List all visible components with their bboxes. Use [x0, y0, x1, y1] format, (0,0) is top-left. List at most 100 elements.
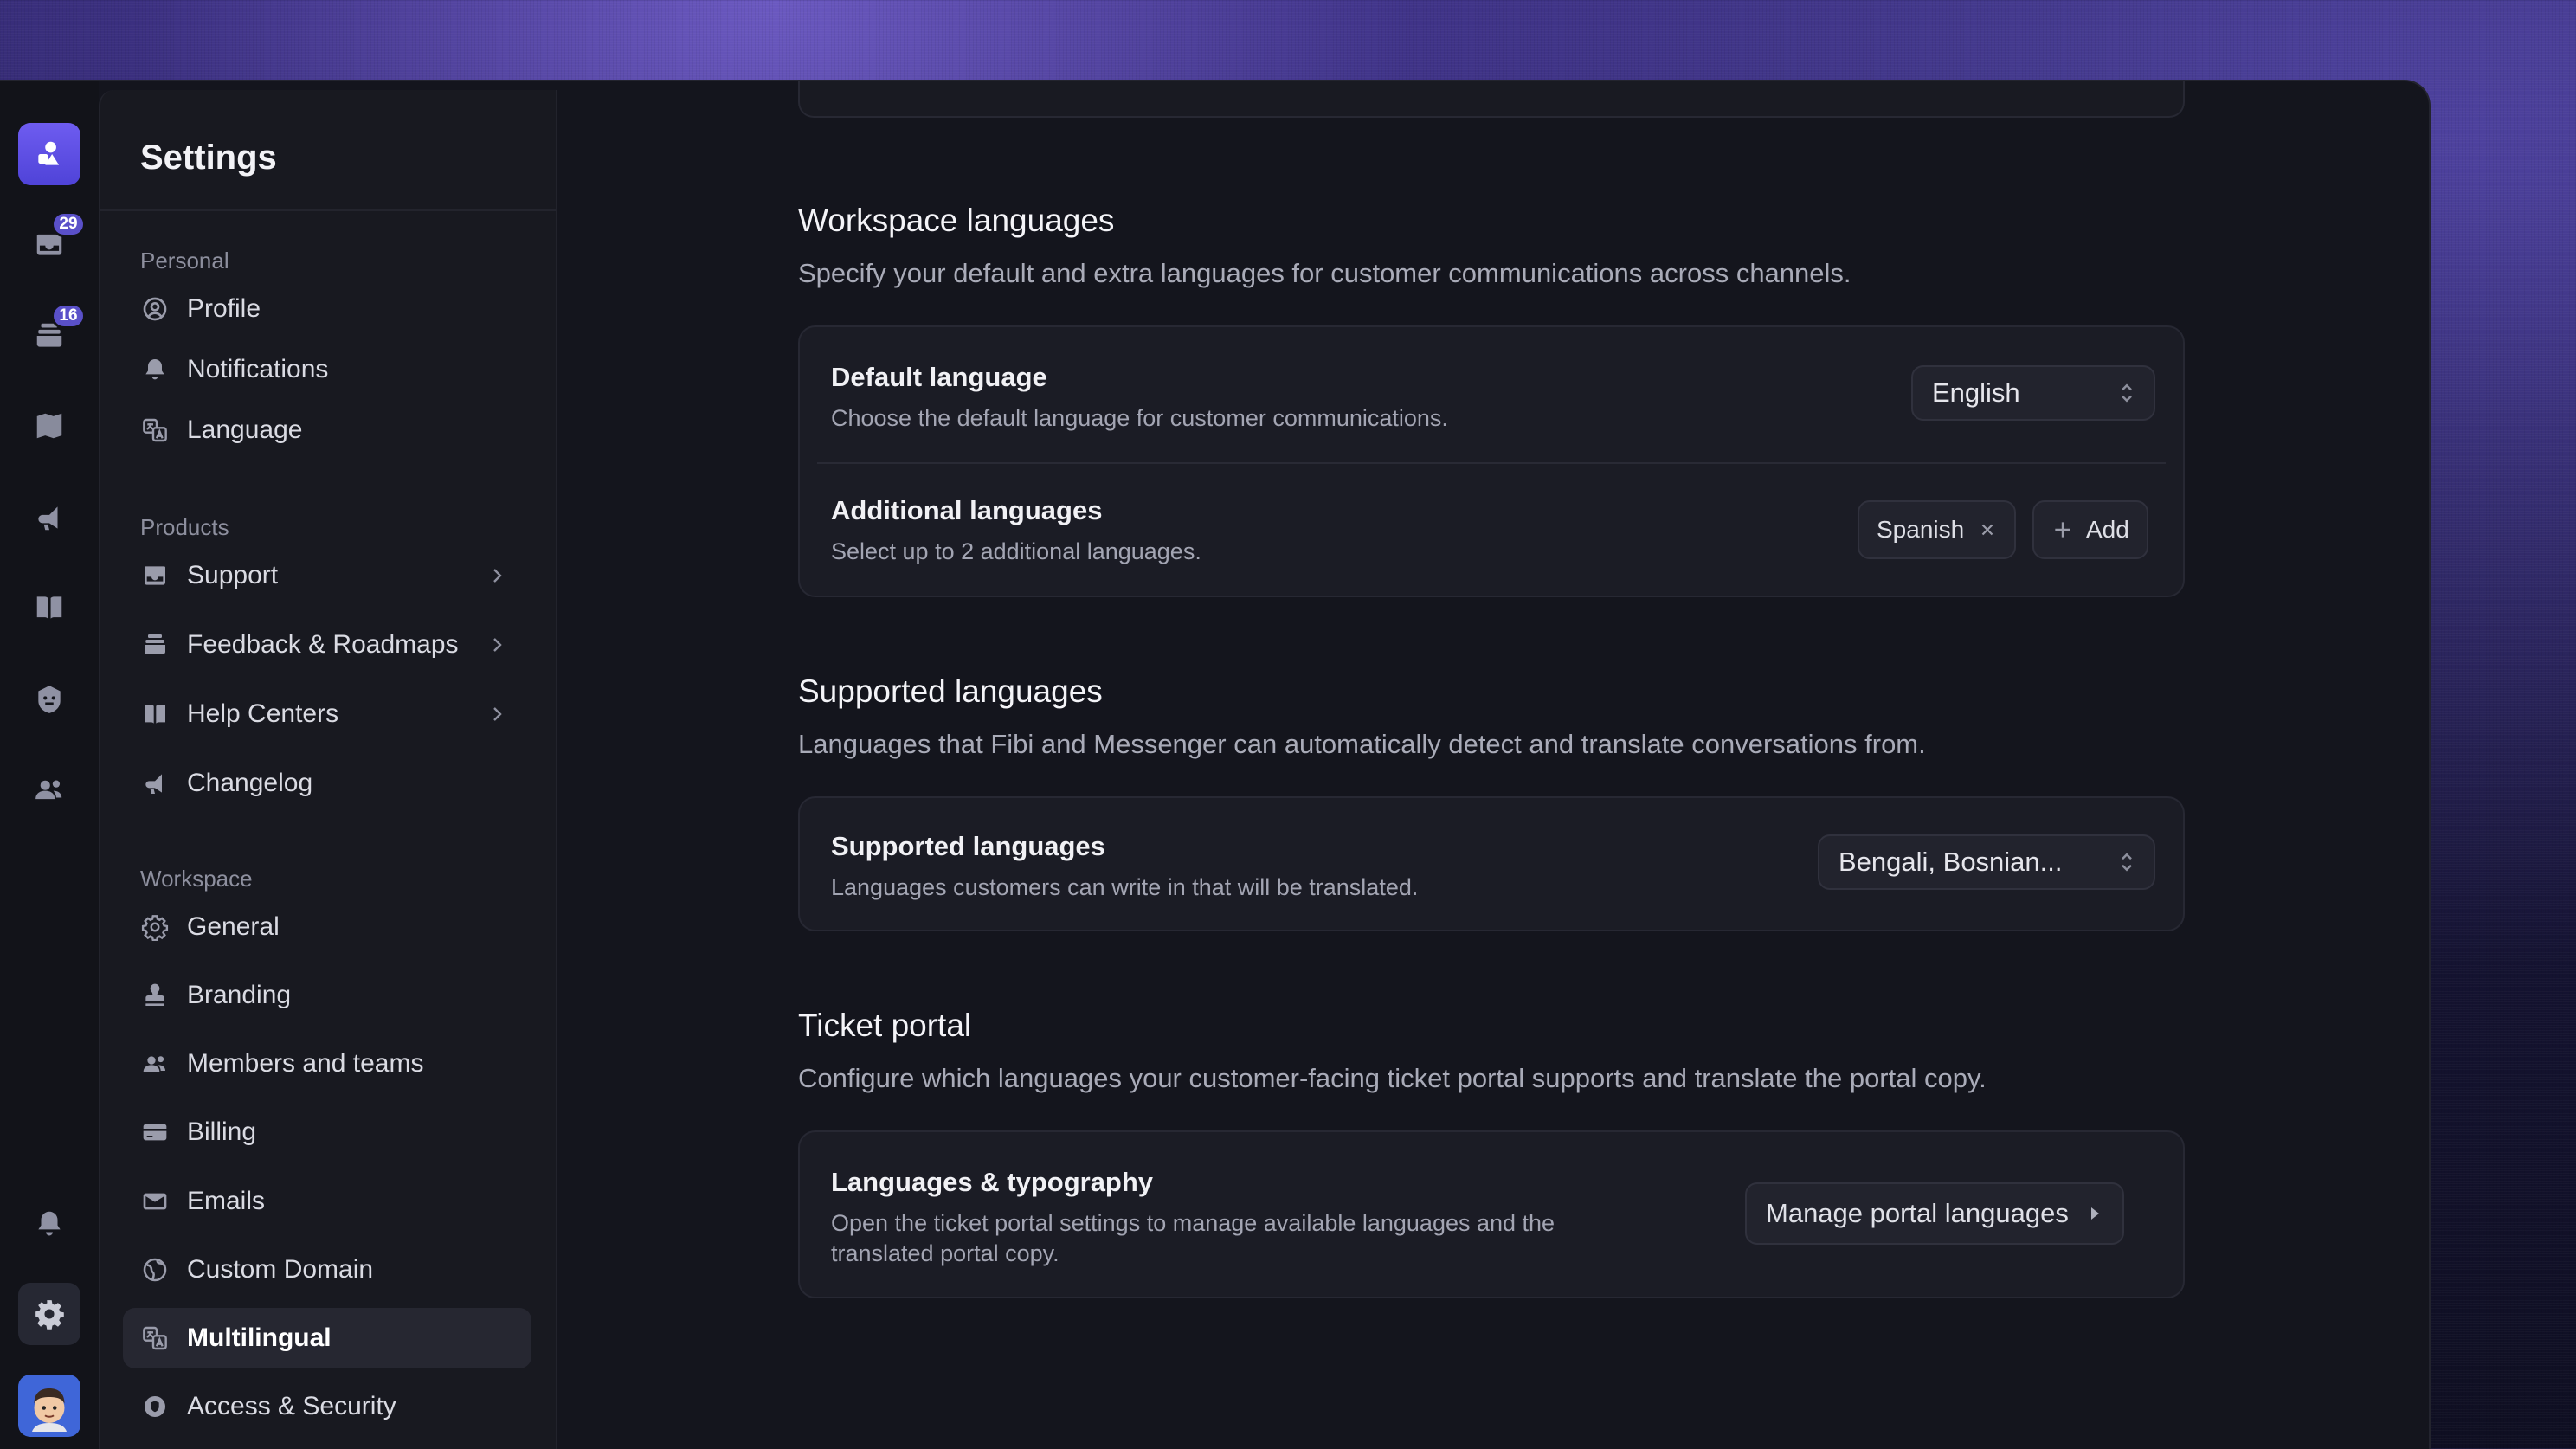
- workspace-languages-description: Specify your default and extra languages…: [798, 258, 1852, 288]
- users-icon: [140, 1049, 170, 1079]
- sidebar-item-custom-domain[interactable]: Custom Domain: [123, 1240, 531, 1300]
- rail-changelog-button[interactable]: [18, 486, 80, 549]
- caret-right-icon: [2090, 1208, 2099, 1220]
- inbox-icon: [140, 561, 170, 590]
- sidebar-item-emails[interactable]: Emails: [123, 1171, 531, 1232]
- book-icon: [140, 699, 170, 729]
- chevron-right-icon: [493, 569, 502, 583]
- workspace-languages-card: Default language Choose the default lang…: [798, 325, 2185, 597]
- sidebar-title: Settings: [140, 138, 277, 177]
- sidebar-item-multilingual[interactable]: Multilingual: [123, 1308, 531, 1368]
- sidebar-item-label: Emails: [187, 1187, 266, 1215]
- add-language-button[interactable]: Add: [2032, 500, 2148, 559]
- sidebar-item-label: Feedback & Roadmaps: [187, 630, 459, 659]
- stamp-icon: [140, 981, 170, 1010]
- sidebar-item-members-and-teams[interactable]: Members and teams: [123, 1034, 531, 1094]
- default-language-title: Default language: [831, 362, 1047, 392]
- workspace-languages-title: Workspace languages: [798, 203, 1115, 238]
- sidebar-item-label: Notifications: [187, 355, 329, 383]
- ticket-portal-title: Ticket portal: [798, 1008, 972, 1043]
- app-logo-button[interactable]: [18, 123, 80, 185]
- sidebar-item-label: Branding: [187, 981, 292, 1009]
- stack-icon: [140, 630, 170, 660]
- additional-languages-title: Additional languages: [831, 495, 1103, 525]
- default-language-select[interactable]: English: [1911, 365, 2155, 421]
- sidebar-item-label: Multilingual: [187, 1323, 332, 1352]
- sidebar-item-feedback-roadmaps[interactable]: Feedback & Roadmaps: [123, 615, 531, 675]
- settings-sidebar: Settings Personal Profile Notifications …: [99, 90, 557, 1449]
- supported-languages-description: Languages that Fibi and Messenger can au…: [798, 729, 1926, 759]
- sidebar-item-changelog[interactable]: Changelog: [123, 753, 531, 814]
- sidebar-item-label: Help Centers: [187, 699, 339, 728]
- globe-icon: [140, 1255, 170, 1285]
- users-icon: [35, 780, 62, 800]
- sidebar-item-label: Changelog: [187, 769, 313, 797]
- manage-portal-languages-button[interactable]: Manage portal languages: [1745, 1182, 2124, 1245]
- sidebar-item-help-centers[interactable]: Help Centers: [123, 684, 531, 744]
- close-icon[interactable]: [1978, 520, 1997, 539]
- inbox-count-badge: 29: [51, 211, 86, 237]
- sidebar-item-profile[interactable]: Profile: [123, 279, 531, 339]
- languages-typography-row: Languages & typography Open the ticket p…: [800, 1132, 2183, 1300]
- credit-card-icon: [140, 1117, 170, 1147]
- ticket-portal-card: Languages & typography Open the ticket p…: [798, 1130, 2185, 1298]
- gear-icon: [140, 912, 170, 942]
- languages-typography-description-line-2: translated portal copy.: [831, 1240, 1059, 1266]
- chip-label: Spanish: [1877, 516, 1965, 543]
- sidebar-item-label: Support: [187, 561, 279, 589]
- chevron-up-down-icon: [2122, 853, 2132, 872]
- add-language-label: Add: [2086, 516, 2129, 543]
- translate-icon: [140, 415, 170, 445]
- default-language-value: English: [1932, 377, 2020, 408]
- rail-tickets-button[interactable]: 16: [18, 303, 86, 367]
- manage-portal-languages-label: Manage portal languages: [1766, 1198, 2069, 1228]
- sidebar-item-notifications[interactable]: Notifications: [123, 339, 531, 400]
- ticket-portal-description: Configure which languages your customer-…: [798, 1063, 1987, 1093]
- logo-icon: [38, 141, 60, 165]
- rail-inbox-button[interactable]: 29: [18, 211, 86, 275]
- previous-card-edge: [798, 81, 2185, 118]
- sidebar-item-billing[interactable]: Billing: [123, 1102, 531, 1162]
- sidebar-item-label: Custom Domain: [187, 1255, 374, 1284]
- tickets-count-badge: 16: [51, 303, 86, 329]
- sidebar-item-branding[interactable]: Branding: [123, 965, 531, 1026]
- sidebar-item-label: Billing: [187, 1117, 257, 1146]
- app-window: 29 16 Settings Personal Profile Notifica…: [0, 80, 2431, 1449]
- sidebar-item-language[interactable]: Language: [123, 400, 531, 460]
- rail-notifications-button[interactable]: [18, 1193, 80, 1255]
- default-language-row: Default language Choose the default lang…: [800, 327, 2183, 462]
- rail-helpcenter-button[interactable]: [18, 576, 80, 639]
- sidebar-item-label: Members and teams: [187, 1049, 424, 1078]
- book-icon: [36, 596, 62, 619]
- mail-icon: [140, 1187, 170, 1216]
- gear-icon: [35, 1300, 64, 1330]
- shield-icon: [140, 1392, 170, 1421]
- sidebar-item-general[interactable]: General: [123, 897, 531, 957]
- supported-languages-select[interactable]: Bengali, Bosnian...: [1818, 834, 2155, 890]
- languages-typography-title: Languages & typography: [831, 1167, 1154, 1197]
- rail-roadmap-button[interactable]: [18, 395, 80, 457]
- supported-languages-row-title: Supported languages: [831, 831, 1105, 861]
- user-avatar[interactable]: [18, 1375, 80, 1437]
- sidebar-item-label: General: [187, 912, 280, 941]
- sidebar-item-access-security[interactable]: Access & Security: [123, 1376, 531, 1437]
- section-label-products: Products: [140, 514, 229, 540]
- megaphone-icon: [38, 506, 58, 531]
- rail-bot-button[interactable]: [18, 668, 80, 731]
- supported-languages-card: Supported languages Languages customers …: [798, 796, 2185, 931]
- default-language-description: Choose the default language for customer…: [831, 405, 1448, 431]
- chevron-right-icon: [493, 638, 502, 652]
- megaphone-icon: [140, 769, 170, 798]
- section-label-personal: Personal: [140, 248, 229, 274]
- additional-languages-row: Additional languages Select up to 2 addi…: [800, 464, 2183, 599]
- rail-settings-button[interactable]: [18, 1283, 80, 1345]
- avatar-icon: [32, 1388, 67, 1432]
- rail-contacts-button[interactable]: [18, 758, 80, 821]
- supported-languages-row-description: Languages customers can write in that wi…: [831, 874, 1419, 900]
- sidebar-item-support[interactable]: Support: [123, 545, 531, 606]
- plus-icon: [2055, 522, 2070, 538]
- map-icon: [36, 413, 62, 439]
- supported-languages-value: Bengali, Bosnian...: [1839, 847, 2063, 877]
- supported-languages-title: Supported languages: [798, 673, 1103, 709]
- chevron-up-down-icon: [2122, 383, 2132, 402]
